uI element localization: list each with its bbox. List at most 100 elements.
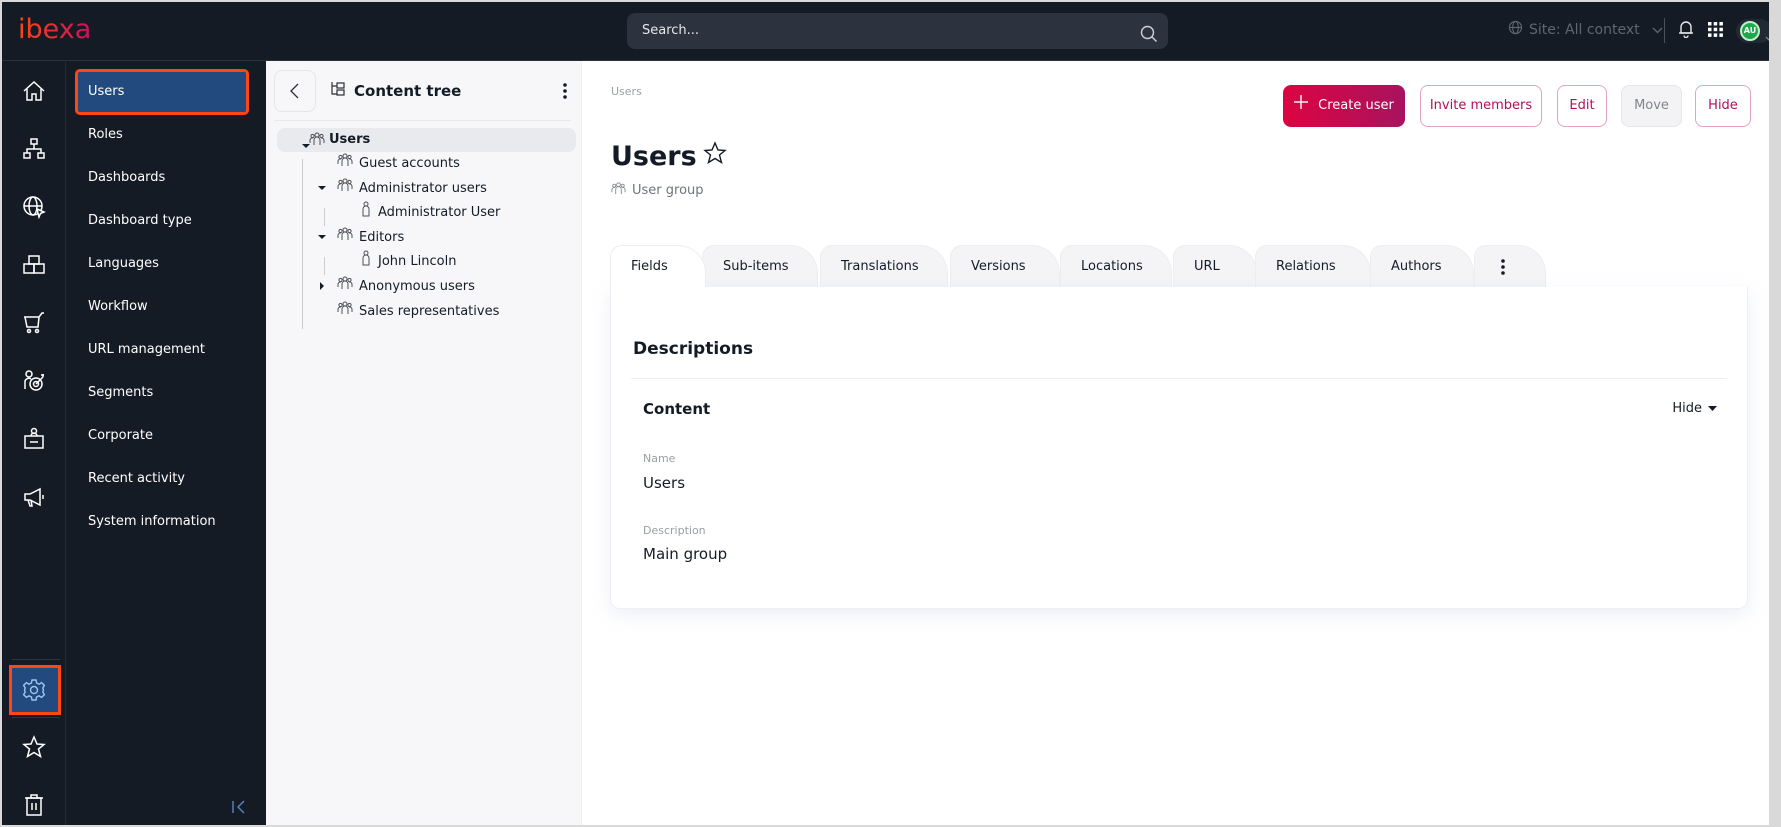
user-group-icon (337, 177, 353, 202)
submenu-item-system-information[interactable]: System information (78, 502, 246, 542)
more-vertical-icon (1501, 258, 1505, 275)
field-value-description: Main group (643, 545, 728, 563)
user-group-icon (337, 226, 353, 251)
tree-node-anonymous-users[interactable]: Anonymous users (318, 275, 475, 299)
hide-button[interactable]: Hide (1695, 85, 1751, 127)
user-menu[interactable]: AU (1736, 19, 1769, 43)
header-divider (1664, 18, 1665, 43)
collapse-tree-button[interactable] (274, 70, 316, 112)
sitemap-icon[interactable] (22, 137, 46, 161)
badge-icon[interactable] (22, 427, 46, 451)
user-target-icon[interactable] (22, 369, 46, 393)
tab-more[interactable] (1474, 245, 1546, 287)
user-group-icon (611, 181, 626, 200)
bookmark-star-icon[interactable] (702, 141, 727, 172)
tree-node-john-lincoln[interactable]: John Lincoln (360, 250, 456, 274)
gear-icon[interactable] (22, 678, 46, 702)
tab-url[interactable]: URL (1173, 245, 1257, 287)
ibexa-logo[interactable]: ibexa (18, 14, 104, 48)
plus-icon (1294, 85, 1309, 127)
tree-node-administrator-user[interactable]: Administrator User (360, 201, 500, 225)
tab-sub-items[interactable]: Sub-items (702, 245, 818, 287)
tab-translations[interactable]: Translations (820, 245, 948, 287)
tab-authors[interactable]: Authors (1370, 245, 1474, 287)
content-tree-title: Content tree (330, 81, 461, 101)
globe-cursor-icon[interactable] (22, 195, 46, 220)
admin-submenu: Users Roles Dashboards Dashboard type La… (66, 61, 266, 825)
search-input[interactable]: Search... (627, 13, 1168, 49)
submenu-item-url-management[interactable]: URL management (78, 330, 246, 370)
breadcrumb[interactable]: Users (611, 85, 642, 98)
caret-down-icon[interactable] (318, 226, 331, 250)
create-user-button[interactable]: Create user (1283, 85, 1405, 127)
apps-grid-icon[interactable] (1708, 22, 1723, 41)
user-group-icon (337, 275, 353, 300)
user-group-icon (337, 152, 353, 177)
home-icon[interactable] (22, 79, 46, 103)
submenu-item-languages[interactable]: Languages (78, 244, 246, 284)
cart-icon[interactable] (22, 311, 46, 335)
chevron-down-icon (1652, 22, 1663, 38)
site-selector[interactable]: Site: All context (1508, 20, 1663, 39)
content-tree-panel: Content tree Users Guest accounts Admini… (266, 61, 582, 825)
submenu-item-dashboard-type[interactable]: Dashboard type (78, 201, 246, 241)
search-placeholder: Search... (642, 23, 700, 38)
invite-members-button[interactable]: Invite members (1420, 85, 1542, 127)
section-divider (631, 378, 1727, 379)
submenu-item-workflow[interactable]: Workflow (78, 287, 246, 327)
tree-node-editors[interactable]: Editors (318, 226, 404, 250)
field-label-description: Description (643, 524, 706, 537)
tab-fields[interactable]: Fields (610, 245, 706, 287)
bell-icon[interactable] (1678, 20, 1694, 42)
page-title: Users (611, 141, 727, 172)
rail-divider (12, 659, 60, 660)
field-group-title: Content (643, 400, 711, 418)
caret-down-icon (1708, 401, 1717, 416)
breadcrumb-item[interactable]: Users (611, 85, 642, 98)
submenu-item-users[interactable]: Users (75, 69, 249, 115)
star-icon[interactable] (22, 735, 46, 759)
main-content: Users Create user Invite members Edit Mo… (582, 61, 1769, 825)
tab-locations[interactable]: Locations (1060, 245, 1172, 287)
user-icon (360, 201, 372, 226)
edit-button[interactable]: Edit (1557, 85, 1607, 127)
tree-guide-line (324, 257, 325, 275)
megaphone-icon[interactable] (22, 485, 46, 509)
site-selector-label: Site: All context (1529, 21, 1640, 38)
user-group-icon (337, 300, 353, 325)
caret-right-icon[interactable] (318, 275, 331, 299)
boxes-icon[interactable] (22, 253, 46, 277)
content-type-label: User group (611, 181, 704, 200)
section-title: Descriptions (633, 339, 754, 359)
submenu-item-roles[interactable]: Roles (78, 115, 246, 155)
rail-divider (12, 717, 60, 718)
submenu-item-dashboards[interactable]: Dashboards (78, 158, 246, 198)
avatar: AU (1740, 21, 1760, 41)
app-window: ibexa Search... Site: All context AU Use… (2, 2, 1769, 825)
main-nav-rail (2, 61, 66, 825)
tree-node-users[interactable]: Users (277, 128, 576, 152)
top-bar: ibexa Search... Site: All context AU (2, 2, 1769, 61)
tree-node-sales-representatives[interactable]: Sales representatives (337, 300, 499, 324)
fields-panel: Descriptions Content Hide Name Users Des… (610, 287, 1748, 609)
tree-options-icon[interactable] (563, 83, 567, 103)
tree-divider (274, 120, 571, 121)
tab-versions[interactable]: Versions (950, 245, 1060, 287)
move-button[interactable]: Move (1621, 85, 1682, 127)
tree-node-guest-accounts[interactable]: Guest accounts (337, 152, 460, 176)
submenu-item-segments[interactable]: Segments (78, 373, 246, 413)
search-icon[interactable] (1140, 22, 1158, 58)
svg-text:ibexa: ibexa (18, 14, 91, 44)
tree-structure-icon (330, 81, 346, 101)
field-value-name: Users (643, 474, 686, 492)
tab-relations[interactable]: Relations (1255, 245, 1371, 287)
tree-node-administrator-users[interactable]: Administrator users (318, 177, 487, 201)
caret-down-icon[interactable] (318, 177, 331, 201)
user-icon (360, 250, 372, 275)
collapse-sidebar-icon[interactable] (231, 799, 247, 819)
submenu-item-corporate[interactable]: Corporate (78, 416, 246, 456)
submenu-item-recent-activity[interactable]: Recent activity (78, 459, 246, 499)
field-group-toggle[interactable]: Hide (1672, 401, 1717, 416)
trash-icon[interactable] (22, 793, 46, 817)
chevron-left-icon (290, 83, 299, 99)
